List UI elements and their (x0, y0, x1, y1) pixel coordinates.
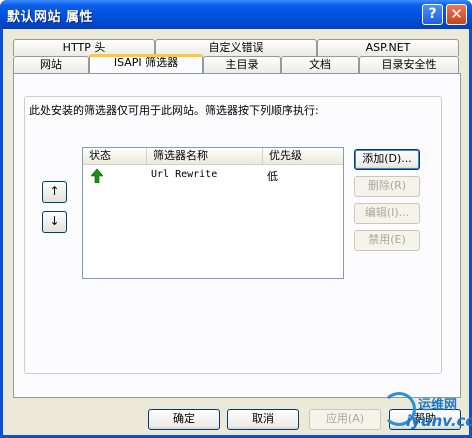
window-title: 默认网站 属性 (7, 10, 94, 25)
remove-filter-button[interactable]: 删除(R) (354, 176, 420, 197)
filter-name-cell: Url Rewrite (151, 169, 218, 180)
tab-website[interactable]: 网站 (13, 56, 89, 73)
list-header: 状态 筛选器名称 优先级 (83, 148, 343, 165)
isapi-filters-panel: 此处安装的筛选器仅可用于此网站。筛选器按下列顺序执行: ↑ ↓ 状态 筛选器名称… (13, 73, 461, 398)
column-header-name[interactable]: 筛选器名称 (147, 148, 263, 165)
tab-aspnet[interactable]: ASP.NET (317, 39, 459, 56)
close-button[interactable]: ✕ (446, 4, 467, 25)
tab-isapi-filters[interactable]: ISAPI 筛选器 (89, 54, 203, 73)
watermark-text-cn: 运维网 (418, 398, 458, 413)
arrow-up-icon: ↑ (49, 184, 60, 198)
tab-directory-security[interactable]: 目录安全性 (359, 56, 459, 73)
dialog-window: 默认网站 属性 ? ✕ HTTP 头 自定义错误 ASP.NET 网站 ISAP… (0, 0, 472, 438)
column-header-priority[interactable]: 优先级 (263, 148, 343, 165)
tab-label: 目录安全性 (381, 58, 437, 71)
tab-documents[interactable]: 文档 (281, 56, 359, 73)
watermark-logo: 运维网 iyunv.com (380, 388, 472, 438)
edit-filter-button[interactable]: 编辑(I)... (354, 203, 420, 224)
tab-label: ISAPI 筛选器 (113, 56, 179, 69)
tab-label: 主目录 (225, 58, 259, 71)
question-icon: ? (428, 6, 437, 22)
filters-list[interactable]: 状态 筛选器名称 优先级 Url Rewrite 低 (82, 147, 344, 279)
column-header-status[interactable]: 状态 (83, 148, 147, 165)
tab-label: HTTP 头 (62, 41, 106, 54)
table-row[interactable]: Url Rewrite 低 (83, 167, 343, 185)
dialog-client-area: HTTP 头 自定义错误 ASP.NET 网站 ISAPI 筛选器 主目录 文档… (3, 29, 469, 435)
tab-label: ASP.NET (365, 41, 411, 54)
move-down-button[interactable]: ↓ (42, 211, 67, 233)
filter-priority-cell: 低 (267, 170, 278, 183)
close-icon: ✕ (450, 5, 463, 23)
filters-description: 此处安装的筛选器仅可用于此网站。筛选器按下列顺序执行: (29, 104, 319, 117)
tab-label: 文档 (309, 58, 331, 71)
tab-home-directory[interactable]: 主目录 (203, 56, 281, 73)
add-filter-button[interactable]: 添加(D)... (354, 149, 420, 170)
apply-button[interactable]: 应用(A) (309, 409, 381, 430)
ok-button[interactable]: 确定 (148, 409, 220, 430)
move-up-button[interactable]: ↑ (42, 181, 67, 203)
help-title-button[interactable]: ? (422, 4, 443, 25)
tab-label: 自定义错误 (208, 41, 264, 54)
cancel-button[interactable]: 取消 (227, 409, 299, 430)
watermark-text-url: iyunv.com (406, 412, 472, 430)
title-bar[interactable]: 默认网站 属性 ? ✕ (0, 0, 472, 29)
tab-label: 网站 (40, 58, 62, 71)
arrow-down-icon: ↓ (49, 214, 60, 228)
green-up-arrow-icon (91, 169, 103, 183)
disable-filter-button[interactable]: 禁用(E) (354, 230, 420, 251)
